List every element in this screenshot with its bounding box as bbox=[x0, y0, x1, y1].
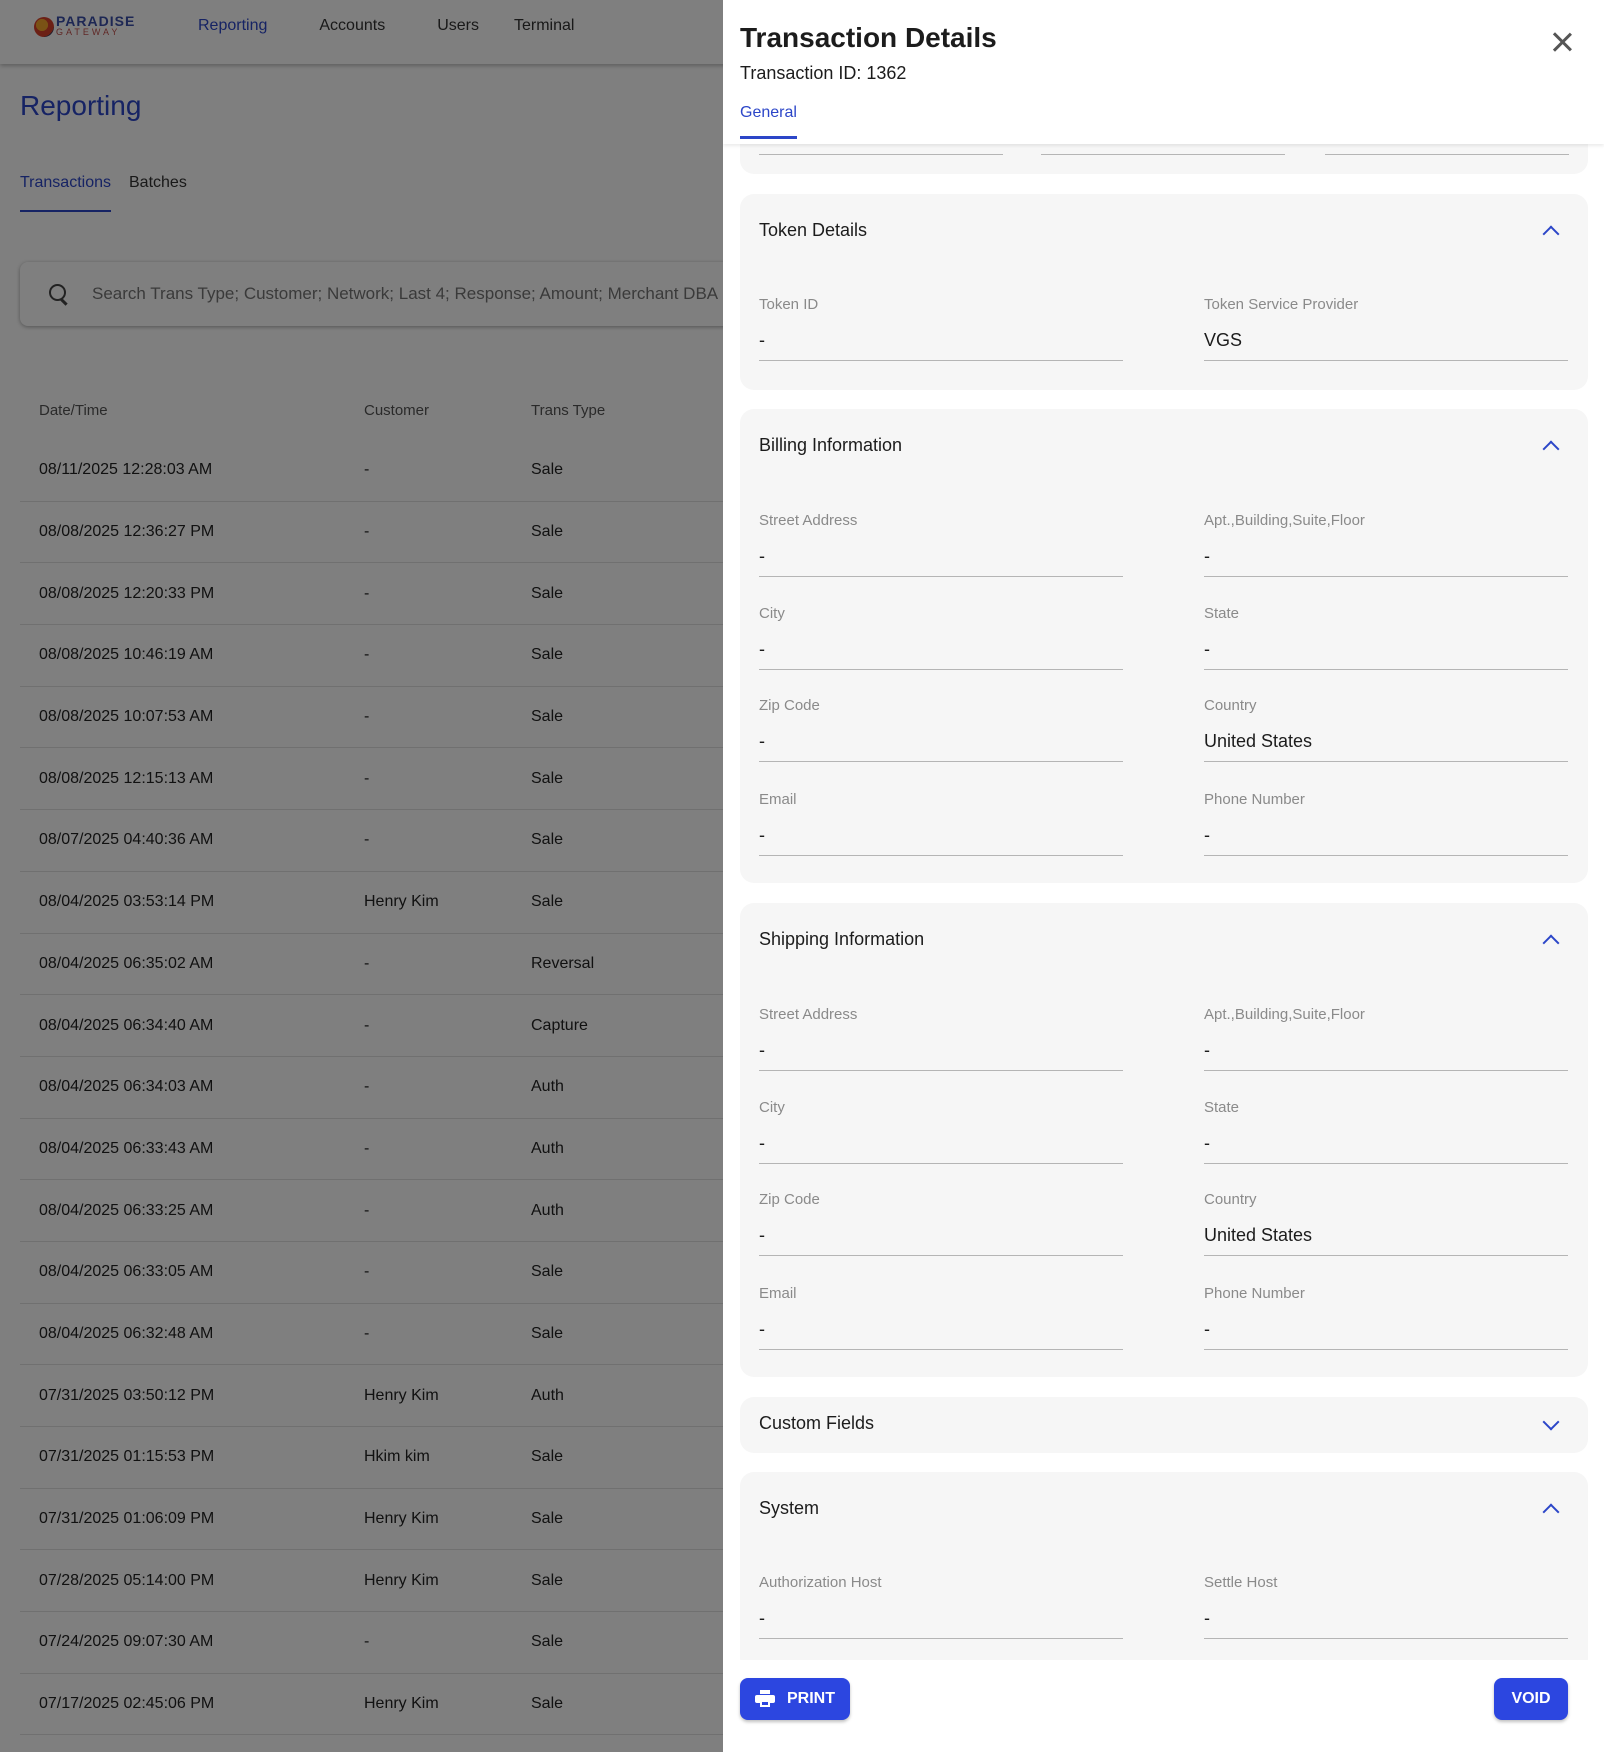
drawer-title: Transaction Details bbox=[740, 22, 997, 53]
field-underline bbox=[1204, 1349, 1568, 1350]
field-value: VGS bbox=[1204, 330, 1243, 350]
field-label: City bbox=[759, 605, 785, 622]
shipping-information-section: Shipping Information Street Address - Ap… bbox=[740, 903, 1588, 1377]
drawer-footer: PRINT VOID bbox=[723, 1660, 1604, 1752]
field-label: Apt.,Building,Suite,Floor bbox=[1204, 512, 1365, 529]
field-underline bbox=[759, 669, 1123, 670]
field-label: Authorization Host bbox=[759, 1574, 882, 1591]
field-underline bbox=[1204, 855, 1568, 856]
system-section: System Authorization Host - Settle Host … bbox=[740, 1472, 1588, 1672]
field-label: Zip Code bbox=[759, 1191, 820, 1208]
field-value: - bbox=[759, 1319, 765, 1339]
field-label: Settle Host bbox=[1204, 1574, 1278, 1591]
field-value: - bbox=[1204, 639, 1210, 659]
field-label: Phone Number bbox=[1204, 791, 1305, 808]
transaction-details-drawer: Transaction Details Transaction ID: 1362… bbox=[723, 0, 1604, 1752]
chevron-down-icon[interactable] bbox=[1542, 1413, 1560, 1431]
field-value: - bbox=[1204, 1133, 1210, 1153]
section-heading: Custom Fields bbox=[759, 1413, 875, 1433]
field-underline bbox=[1041, 154, 1285, 155]
tab-general[interactable]: General bbox=[740, 104, 797, 139]
field-label: Street Address bbox=[759, 1006, 858, 1023]
close-icon[interactable] bbox=[1550, 30, 1574, 54]
field-underline bbox=[1204, 1163, 1568, 1164]
field-underline bbox=[759, 1349, 1123, 1350]
field-underline bbox=[759, 761, 1123, 762]
field-value: - bbox=[1204, 1040, 1210, 1060]
field-underline bbox=[1204, 669, 1568, 670]
field-underline bbox=[759, 576, 1123, 577]
field-underline bbox=[759, 154, 1003, 155]
field-label: Email bbox=[759, 1285, 797, 1302]
field-value: - bbox=[1204, 546, 1210, 566]
field-value: - bbox=[1204, 825, 1210, 845]
print-button-label: PRINT bbox=[787, 1690, 835, 1707]
field-underline bbox=[1204, 360, 1568, 361]
field-value: - bbox=[759, 330, 765, 350]
print-button[interactable]: PRINT bbox=[740, 1678, 850, 1720]
printer-icon bbox=[755, 1690, 775, 1708]
field-label: Token ID bbox=[759, 296, 819, 313]
field-label: State bbox=[1204, 605, 1240, 622]
field-label: Token Service Provider bbox=[1204, 296, 1359, 313]
field-label: Country bbox=[1204, 1191, 1257, 1208]
chevron-up-icon[interactable] bbox=[1542, 1503, 1560, 1521]
void-button[interactable]: VOID bbox=[1494, 1678, 1568, 1720]
field-value: - bbox=[759, 825, 765, 845]
field-underline bbox=[759, 1255, 1123, 1256]
field-label: Zip Code bbox=[759, 697, 820, 714]
field-underline bbox=[759, 360, 1123, 361]
field-label: Country bbox=[1204, 697, 1257, 714]
drawer-header: Transaction Details Transaction ID: 1362… bbox=[723, 0, 1604, 144]
field-value: United States bbox=[1204, 1225, 1313, 1245]
section-heading: System bbox=[759, 1498, 820, 1518]
field-value: - bbox=[759, 1133, 765, 1153]
chevron-up-icon[interactable] bbox=[1542, 440, 1560, 458]
section-heading: Billing Information bbox=[759, 435, 903, 455]
token-details-section: Token Details Token ID - Token Service P… bbox=[740, 194, 1588, 390]
field-value: - bbox=[1204, 1319, 1210, 1339]
field-label: Street Address bbox=[759, 512, 858, 529]
field-value: - bbox=[759, 546, 765, 566]
field-underline bbox=[759, 1163, 1123, 1164]
field-value: - bbox=[1204, 1608, 1210, 1628]
field-label: City bbox=[759, 1099, 785, 1116]
section-heading: Token Details bbox=[759, 220, 868, 240]
transaction-id: Transaction ID: 1362 bbox=[740, 63, 907, 83]
field-underline bbox=[1325, 154, 1569, 155]
field-underline bbox=[759, 1638, 1123, 1639]
field-label: State bbox=[1204, 1099, 1240, 1116]
field-label: Apt.,Building,Suite,Floor bbox=[1204, 1006, 1365, 1023]
field-label: Email bbox=[759, 791, 797, 808]
field-label: Phone Number bbox=[1204, 1285, 1305, 1302]
section-heading: Shipping Information bbox=[759, 929, 925, 949]
field-value: - bbox=[759, 731, 765, 751]
chevron-up-icon[interactable] bbox=[1542, 225, 1560, 243]
billing-information-section: Billing Information Street Address - Apt… bbox=[740, 409, 1588, 883]
field-underline bbox=[1204, 1070, 1568, 1071]
field-value: - bbox=[759, 1040, 765, 1060]
chevron-up-icon[interactable] bbox=[1542, 934, 1560, 952]
field-underline bbox=[1204, 761, 1568, 762]
field-underline bbox=[759, 855, 1123, 856]
field-value: - bbox=[759, 639, 765, 659]
field-underline bbox=[759, 1070, 1123, 1071]
field-value: United States bbox=[1204, 731, 1313, 751]
field-underline bbox=[1204, 576, 1568, 577]
field-underline bbox=[1204, 1255, 1568, 1256]
field-underline bbox=[1204, 1638, 1568, 1639]
field-value: - bbox=[759, 1225, 765, 1245]
field-value: - bbox=[759, 1608, 765, 1628]
custom-fields-section[interactable]: Custom Fields bbox=[740, 1397, 1588, 1453]
